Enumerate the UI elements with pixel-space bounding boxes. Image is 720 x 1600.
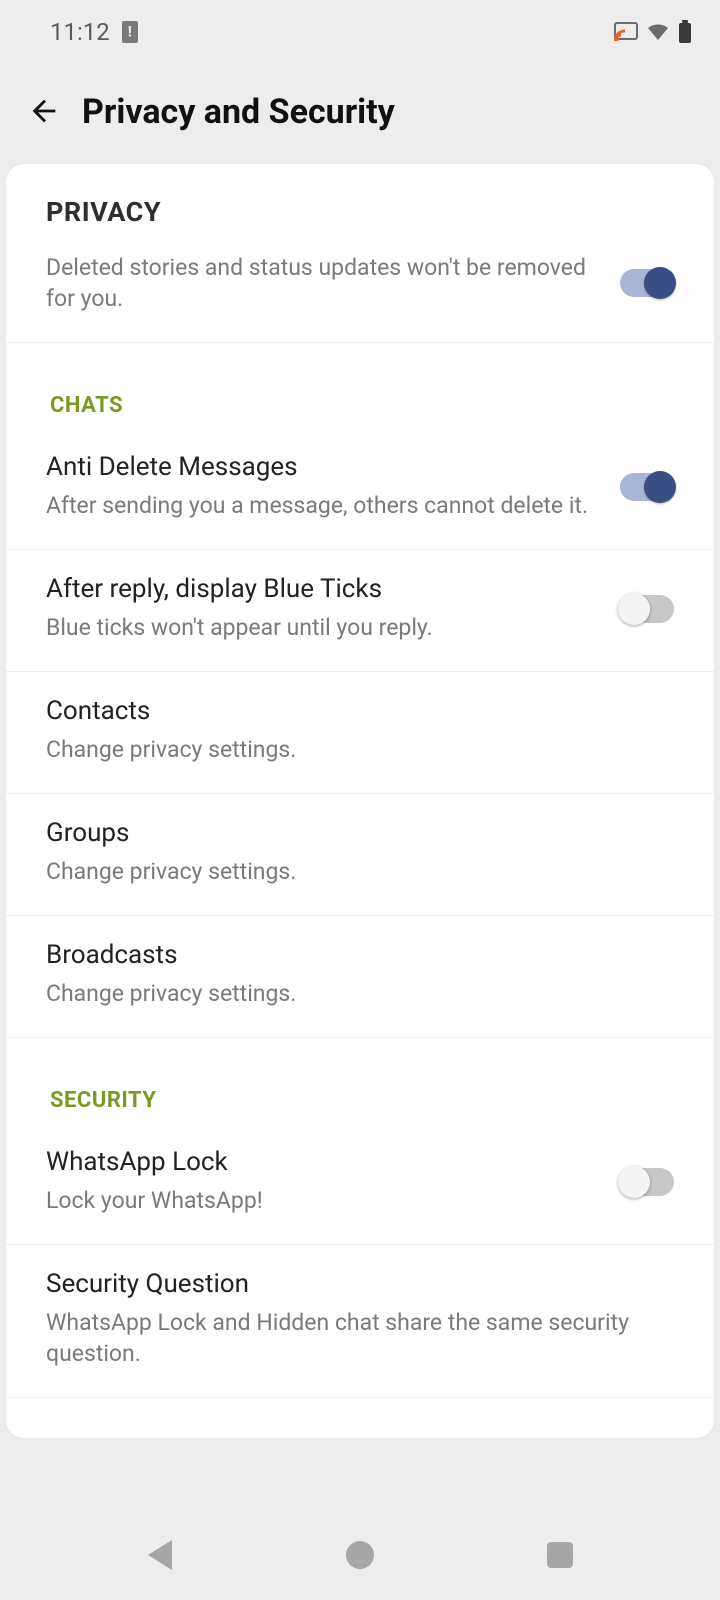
privacy-toggle[interactable]	[620, 269, 674, 297]
row-title: Broadcasts	[46, 940, 674, 970]
sim-alert-icon	[122, 21, 138, 43]
status-bar: 11:12	[0, 0, 720, 64]
row-subtitle: After sending you a message, others cann…	[46, 490, 596, 521]
system-nav-bar	[0, 1510, 720, 1600]
blue-ticks-toggle[interactable]	[620, 595, 674, 623]
privacy-desc: Deleted stories and status updates won't…	[46, 252, 596, 314]
page-title: Privacy and Security	[82, 92, 395, 132]
section-chats-label: CHATS	[6, 343, 714, 428]
row-title: After reply, display Blue Ticks	[46, 574, 596, 604]
battery-icon	[678, 20, 692, 44]
page-header: Privacy and Security	[0, 64, 720, 160]
row-subtitle: Blue ticks won't appear until you reply.	[46, 612, 596, 643]
row-title: Anti Delete Messages	[46, 452, 596, 482]
row-title: Contacts	[46, 696, 674, 726]
row-subtitle: WhatsApp Lock and Hidden chat share the …	[46, 1307, 674, 1369]
section-security-label: SECURITY	[6, 1038, 714, 1123]
nav-recent-button[interactable]	[540, 1535, 580, 1575]
circle-home-icon	[346, 1541, 374, 1569]
privacy-anti-delete-stories-row[interactable]: Deleted stories and status updates won't…	[6, 238, 714, 343]
nav-back-button[interactable]	[140, 1535, 180, 1575]
settings-card: PRIVACY Deleted stories and status updat…	[6, 164, 714, 1438]
row-subtitle: Change privacy settings.	[46, 734, 674, 765]
groups-row[interactable]: Groups Change privacy settings.	[6, 794, 714, 916]
triangle-back-icon	[148, 1540, 172, 1570]
row-subtitle: Lock your WhatsApp!	[46, 1185, 596, 1216]
broadcasts-row[interactable]: Broadcasts Change privacy settings.	[6, 916, 714, 1038]
nav-home-button[interactable]	[340, 1535, 380, 1575]
back-button[interactable]	[20, 88, 68, 136]
row-subtitle: Change privacy settings.	[46, 978, 674, 1009]
contacts-row[interactable]: Contacts Change privacy settings.	[6, 672, 714, 794]
row-subtitle: Change privacy settings.	[46, 856, 674, 887]
row-title: Security Question	[46, 1269, 674, 1299]
wifi-icon	[646, 22, 670, 42]
anti-delete-messages-row[interactable]: Anti Delete Messages After sending you a…	[6, 428, 714, 550]
square-recent-icon	[547, 1542, 573, 1568]
anti-delete-toggle[interactable]	[620, 473, 674, 501]
section-privacy-label: PRIVACY	[6, 164, 714, 238]
row-title: WhatsApp Lock	[46, 1147, 596, 1177]
arrow-left-icon	[27, 94, 61, 131]
whatsapp-lock-row[interactable]: WhatsApp Lock Lock your WhatsApp!	[6, 1123, 714, 1245]
status-time: 11:12	[50, 18, 110, 46]
security-question-row[interactable]: Security Question WhatsApp Lock and Hidd…	[6, 1245, 714, 1398]
whatsapp-lock-toggle[interactable]	[620, 1168, 674, 1196]
row-title: Groups	[46, 818, 674, 848]
cast-icon	[614, 22, 638, 42]
blue-ticks-row[interactable]: After reply, display Blue Ticks Blue tic…	[6, 550, 714, 672]
